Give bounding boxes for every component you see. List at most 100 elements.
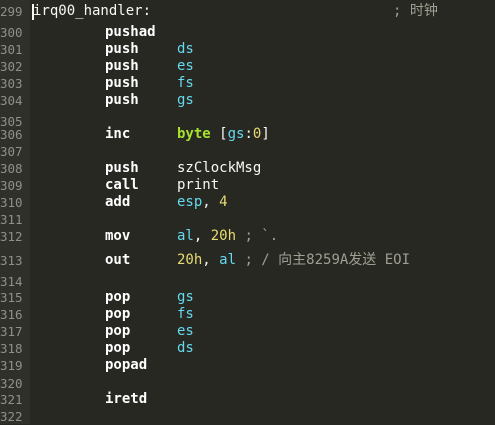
operand-comment: ; `. [236,228,279,244]
instruction-mnemonic: pushad [105,24,156,40]
instruction-mnemonic: call [105,177,139,193]
line-number: 302 [0,59,23,74]
code-line[interactable]: 311 [0,211,495,228]
code-line[interactable]: 310 add esp, 4 [0,194,495,211]
instruction-mnemonic: out [105,252,131,268]
instruction-operands: esp, 4 [177,194,228,211]
line-number: 307 [0,144,23,159]
line-number: 310 [0,195,23,210]
line-number: 309 [0,178,23,193]
code-line[interactable]: 306 inc byte [gs:0] [0,126,495,143]
code-line[interactable]: 321 iretd [0,391,495,408]
operand-register: ds [177,340,194,356]
instruction-operands: al, 20h ; `. [177,228,278,245]
instruction-operands: gs [177,92,194,109]
instruction-operands: byte [gs:0] [177,126,270,143]
operand-register: fs [177,75,194,91]
code-line[interactable]: 312 mov al, 20h ; `. [0,228,495,245]
operand-register: gs [227,126,245,142]
operand-operand: , [193,228,211,244]
operand-number: 20h [177,252,203,268]
operand-register: al [177,228,194,244]
operand-operand: , [202,252,220,268]
operand-register: fs [177,306,194,322]
line-number: 304 [0,93,23,108]
line-number: 313 [0,253,23,268]
line-number: 301 [0,42,23,57]
line-number: 322 [0,409,23,424]
instruction-mnemonic: pop [105,289,131,305]
code-line[interactable]: 322 [0,408,495,425]
instruction-mnemonic: add [105,194,131,210]
text-cursor [32,4,34,20]
operand-size-keyword: byte [177,126,211,142]
code-label: irq00_handler: [33,3,152,19]
operand-register: gs [177,92,194,108]
line-number: 317 [0,324,23,339]
instruction-operands: es [177,323,194,340]
line-number: 306 [0,127,23,142]
line-number: 321 [0,392,23,407]
operand-register: es [177,323,194,339]
code-line[interactable]: 314 [0,273,495,290]
instruction-mnemonic: mov [105,228,131,244]
operand-register: esp [177,194,203,210]
instruction-mnemonic: push [105,41,139,57]
operand-register: ds [177,41,194,57]
code-line[interactable]: 318 pop ds [0,340,495,357]
instruction-operands: ds [177,340,194,357]
code-line[interactable]: 307 [0,143,495,160]
instruction-mnemonic: push [105,58,139,74]
operand-comment: ; / 向主8259A发送 EOI [236,252,411,268]
code-line[interactable]: 301 push ds [0,41,495,58]
operand-operand: , [202,194,220,210]
code-editor[interactable]: 299 irq00_handler:; 时钟 300 pushad 301 push ds 3… [0,0,495,424]
line-number: 299 [0,4,23,19]
code-line[interactable]: 302 push es [0,58,495,75]
instruction-operands: fs [177,306,194,323]
operand-register: es [177,58,194,74]
code-line[interactable]: 304 push gs [0,92,495,109]
line-number: 303 [0,76,23,91]
operand-operand: : [244,126,253,142]
code-line[interactable]: 309 call print [0,177,495,194]
line-number: 316 [0,307,23,322]
instruction-mnemonic: push [105,75,139,91]
code-comment: ; 时钟 [393,3,438,19]
instruction-operands: gs [177,289,194,306]
line-number: 320 [0,376,23,391]
code-line[interactable]: 317 pop es [0,323,495,340]
operand-operand: print [177,177,220,193]
code-line[interactable]: 319 popad [0,357,495,374]
line-number: 319 [0,358,23,373]
line-number: 312 [0,229,23,244]
operand-operand: [ [210,126,228,142]
instruction-operands: szClockMsg [177,160,261,177]
code-line[interactable]: 300 pushad [0,24,495,41]
code-line[interactable]: 315 pop gs [0,289,495,306]
instruction-operands: fs [177,75,194,92]
line-number: 314 [0,274,23,289]
code-line[interactable]: 320 [0,375,495,392]
instruction-mnemonic: push [105,160,139,176]
instruction-operands: 20h, al ; / 向主8259A发送 EOI [177,252,410,269]
operand-operand: szClockMsg [177,160,262,176]
code-line[interactable]: 313 out 20h, al ; / 向主8259A发送 EOI [0,252,495,269]
line-number: 311 [0,212,23,227]
instruction-mnemonic: iretd [105,391,148,407]
instruction-operands: es [177,58,194,75]
instruction-mnemonic: pop [105,323,131,339]
instruction-mnemonic: pop [105,340,131,356]
instruction-mnemonic: pop [105,306,131,322]
instruction-mnemonic: inc [105,126,131,142]
line-number: 318 [0,341,23,356]
operand-register: al [219,252,237,268]
instruction-mnemonic: popad [105,357,148,373]
line-number: 308 [0,161,23,176]
operand-operand: ] [261,126,270,142]
code-line[interactable]: 299 irq00_handler: ; 时钟 [0,3,495,20]
code-line[interactable]: 308 push szClockMsg [0,160,495,177]
code-line[interactable]: 316 pop fs [0,306,495,323]
code-line[interactable]: 303 push fs [0,75,495,92]
instruction-operands: ds [177,41,194,58]
